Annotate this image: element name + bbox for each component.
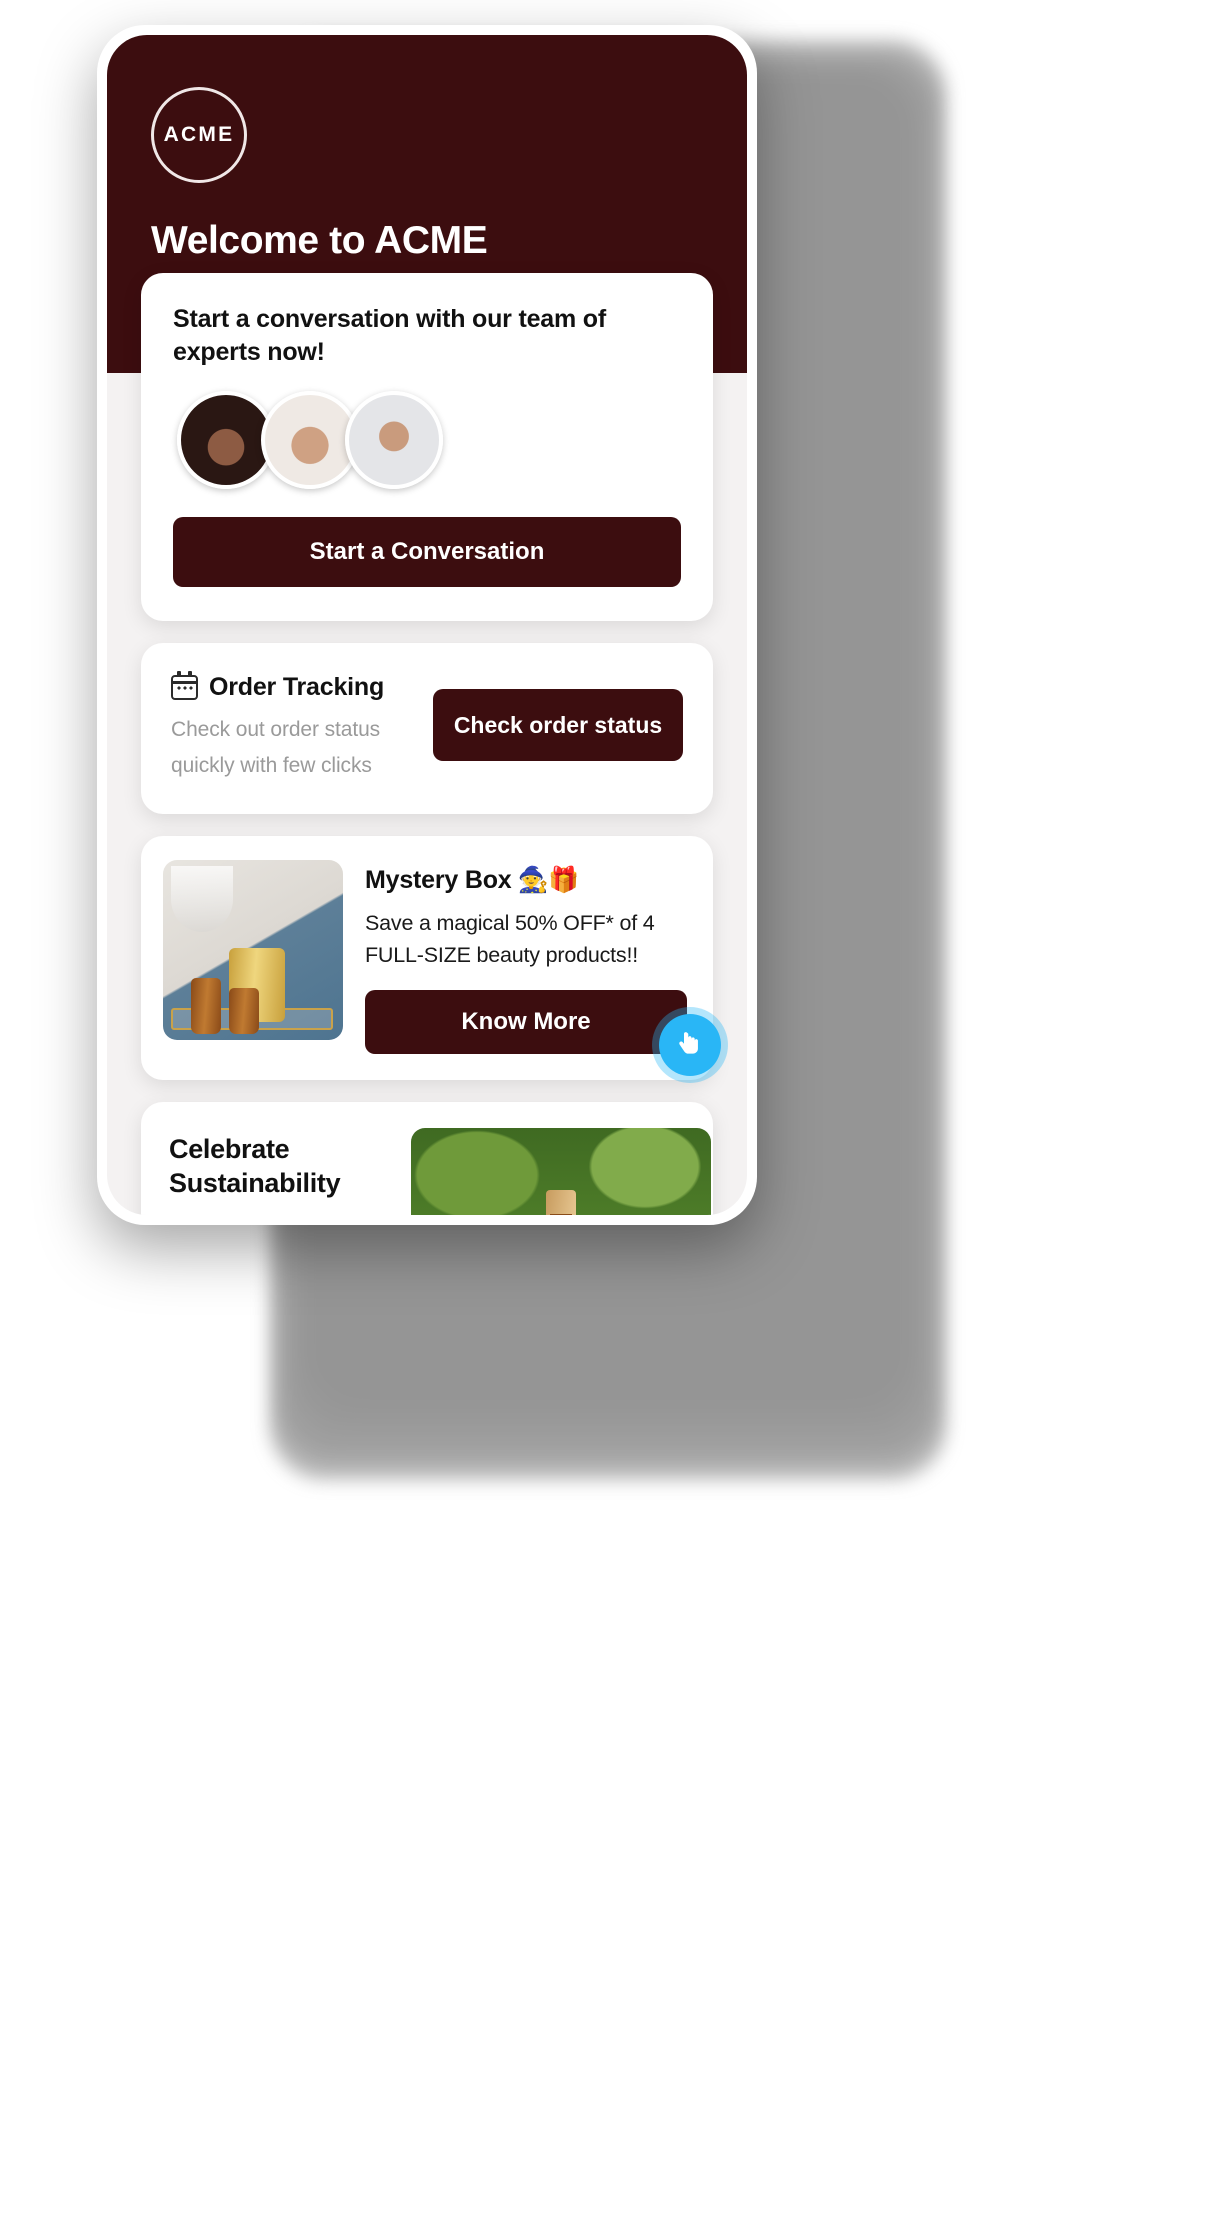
mystery-box-content: Mystery Box 🧙🎁 Save a magical 50% OFF* o… (365, 860, 687, 1054)
mystery-box-thumbnail (163, 860, 343, 1040)
phone-screen: ACME Welcome to ACME Start a conversatio… (107, 35, 747, 1215)
screenshot-stage: ACME Welcome to ACME Start a conversatio… (0, 0, 1216, 2238)
start-conversation-button[interactable]: Start a Conversation (173, 517, 681, 587)
calendar-icon (171, 675, 198, 700)
dropper-cap-icon (546, 1190, 576, 1215)
card-list[interactable]: Start a conversation with our team of ex… (107, 35, 747, 1215)
sustainability-card: Celebrate Sustainability Sunday, Apr 23 … (141, 1102, 713, 1215)
mystery-box-card: Mystery Box 🧙🎁 Save a magical 50% OFF* o… (141, 836, 713, 1080)
chandelier-decor-icon (171, 866, 233, 932)
conversation-card: Start a conversation with our team of ex… (141, 273, 713, 621)
phone-frame: ACME Welcome to ACME Start a conversatio… (97, 25, 757, 1225)
order-tracking-heading: Order Tracking (171, 673, 433, 702)
pointer-cursor-icon (659, 1014, 721, 1076)
dropper-bottle-icon-1 (191, 978, 221, 1034)
conversation-title: Start a conversation with our team of ex… (173, 303, 681, 369)
sustainability-thumbnail (411, 1128, 711, 1215)
mystery-box-title: Mystery Box (365, 866, 511, 895)
mystery-box-description: Save a magical 50% OFF* of 4 FULL-SIZE b… (365, 907, 687, 972)
sustainability-title: Celebrate Sustainability (169, 1132, 387, 1201)
order-tracking-card: Order Tracking Check out order status qu… (141, 643, 713, 814)
dropper-bottle-icon-2 (229, 988, 259, 1034)
check-order-status-button[interactable]: Check order status (433, 689, 683, 761)
agent-avatar-3 (345, 391, 443, 489)
order-tracking-subtitle: Check out order status quickly with few … (171, 712, 433, 784)
sustainability-content: Celebrate Sustainability Sunday, Apr 23 … (169, 1128, 387, 1215)
order-tracking-title: Order Tracking (209, 673, 384, 702)
mystery-box-emoji: 🧙🎁 (517, 866, 579, 895)
agent-avatar-group (173, 391, 681, 491)
mystery-box-heading: Mystery Box 🧙🎁 (365, 866, 687, 895)
order-tracking-text: Order Tracking Check out order status qu… (171, 671, 433, 784)
know-more-button[interactable]: Know More (365, 990, 687, 1054)
